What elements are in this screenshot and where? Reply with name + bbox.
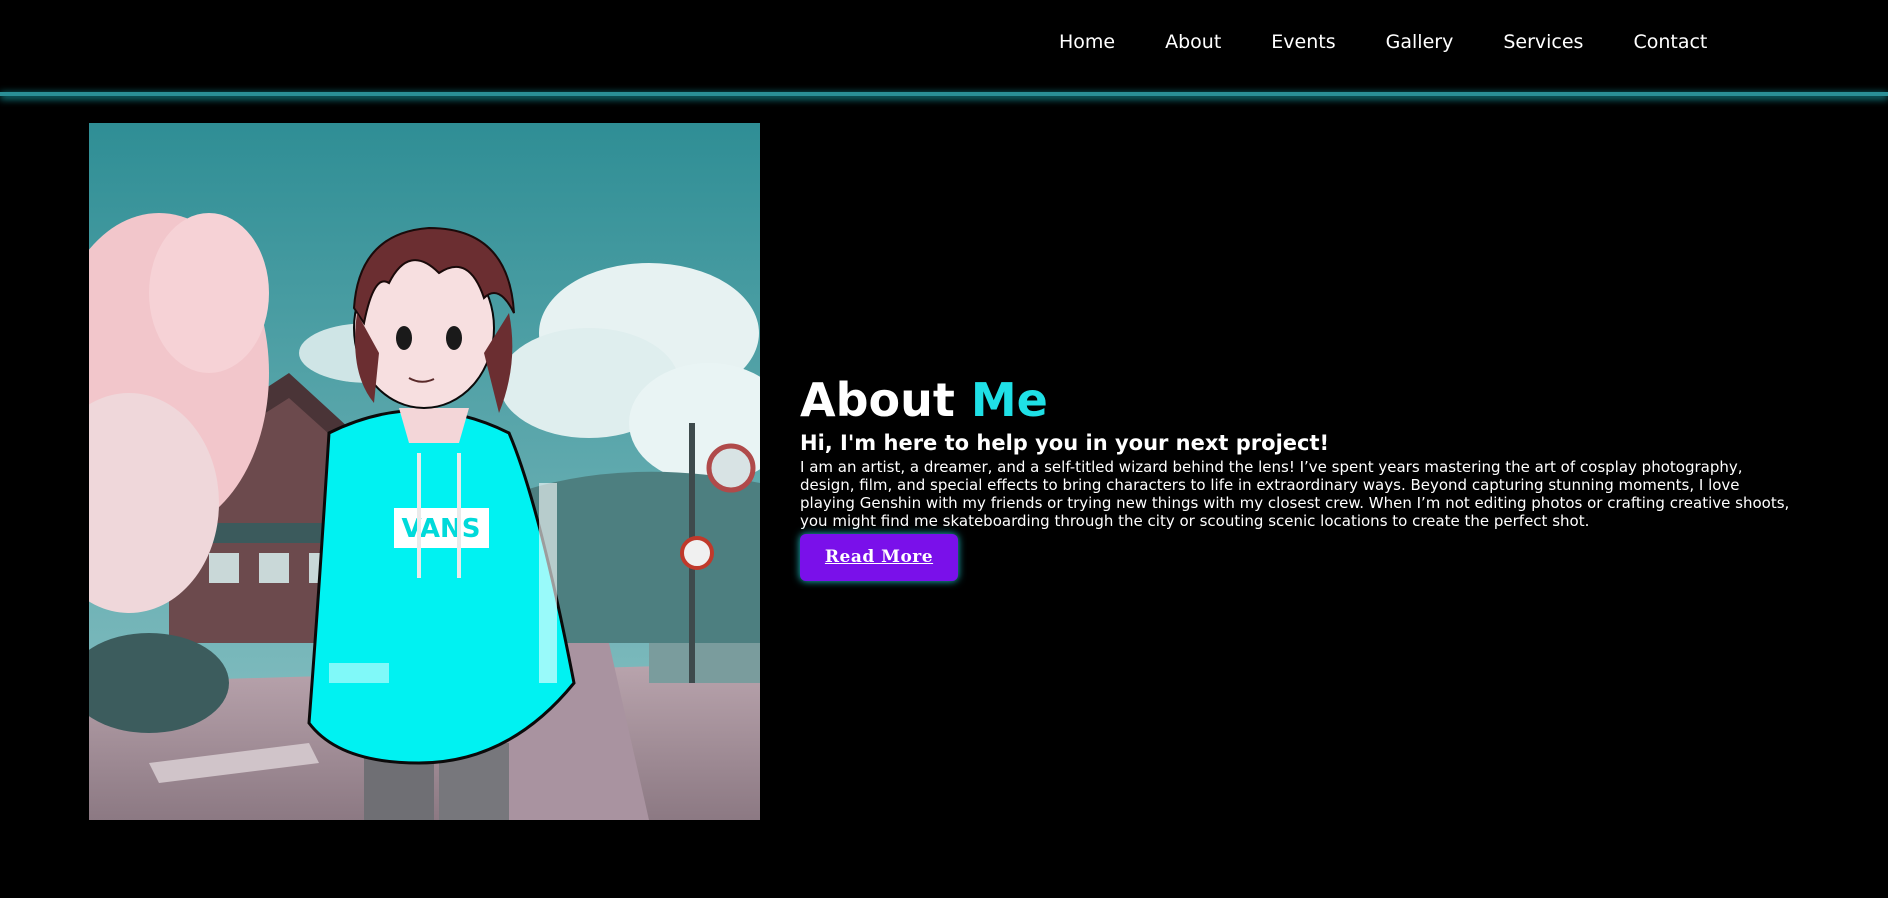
about-title-main: About — [800, 373, 955, 427]
nav-link-gallery[interactable]: Gallery — [1386, 31, 1454, 53]
nav-link-services[interactable]: Services — [1503, 31, 1583, 53]
nav-link-events[interactable]: Events — [1271, 31, 1335, 53]
nav-divider — [0, 92, 1888, 96]
nav-link-about[interactable]: About — [1165, 31, 1221, 53]
hero-illustration: VANS — [89, 123, 760, 820]
about-title-accent: Me — [970, 373, 1048, 427]
read-more-button[interactable]: Read More — [800, 534, 958, 581]
nav-links: Home About Events Gallery Services Conta… — [1059, 31, 1757, 53]
hoodie-logo-text: VANS — [402, 514, 481, 544]
about-title: About Me — [800, 374, 1800, 426]
about-section: About Me Hi, I'm here to help you in you… — [800, 374, 1800, 581]
navbar: Home About Events Gallery Services Conta… — [0, 0, 1888, 94]
nav-link-contact[interactable]: Contact — [1633, 31, 1707, 53]
about-subtitle: Hi, I'm here to help you in your next pr… — [800, 431, 1330, 455]
nav-link-home[interactable]: Home — [1059, 31, 1115, 53]
about-body: I am an artist, a dreamer, and a self-ti… — [800, 458, 1790, 530]
